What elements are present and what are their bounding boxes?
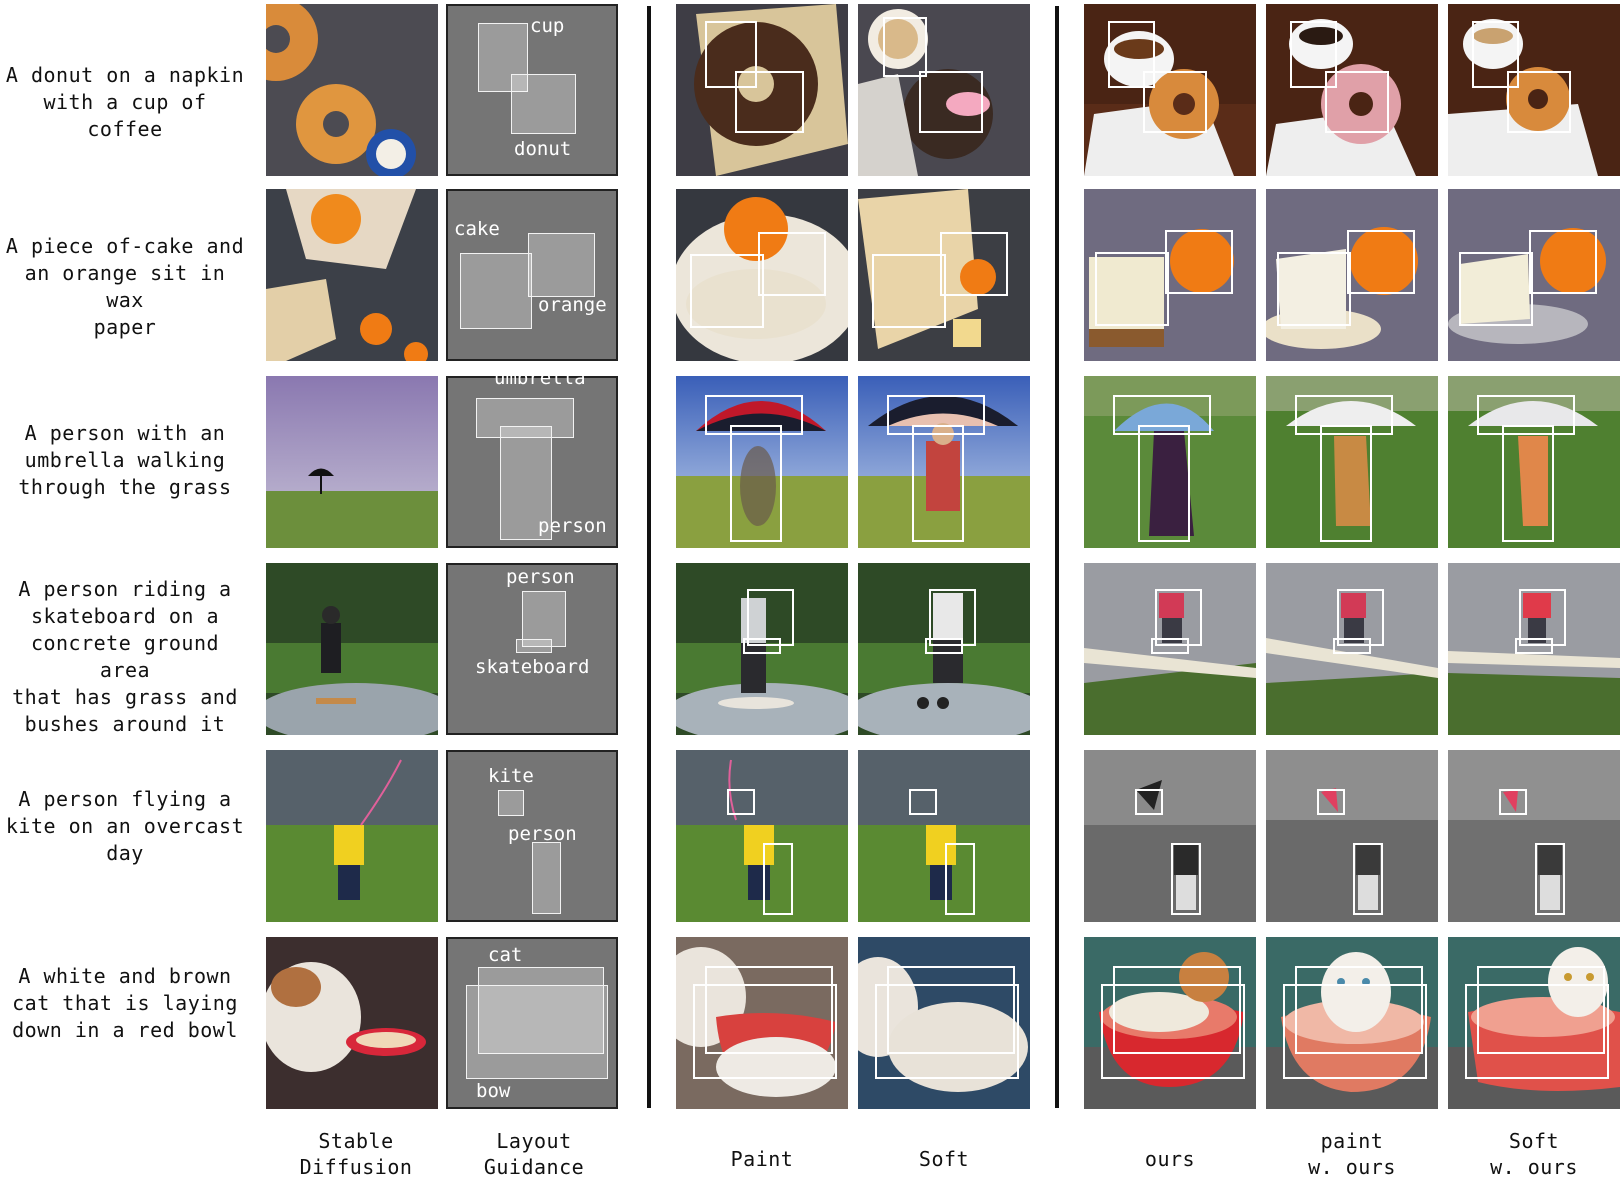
layout-guidance-cake: cake orange (446, 189, 618, 361)
paint-w-ours-image-umbrella (1266, 376, 1438, 548)
prompt-row-5: A person flying a kite on an overcast da… (5, 787, 245, 865)
column-label-ours: ours (1144, 1147, 1196, 1171)
column-label-layout-guidance: Layout Guidance (483, 1129, 585, 1179)
paint-w-ours-image-kite (1266, 750, 1438, 922)
sd-image-cat (266, 937, 438, 1109)
paint-image-donut (676, 4, 848, 176)
prompt-row-2: A piece of-cake and an orange sit in wax… (5, 234, 245, 339)
column-label-paint-w-ours: paint w. ours (1308, 1129, 1396, 1179)
prompt-row-6: A white and brown cat that is laying dow… (12, 964, 238, 1042)
column-label-paint: Paint (730, 1147, 794, 1171)
layout-label: skateboard (475, 656, 590, 678)
layout-guidance-cat: cat bow (446, 937, 618, 1109)
sd-image-skateboard (266, 563, 438, 735)
ours-image-donut (1084, 4, 1256, 176)
soft-image-donut (858, 4, 1030, 176)
layout-label: person (506, 566, 575, 588)
paint-image-cat (676, 937, 848, 1109)
paint-w-ours-image-donut (1266, 4, 1438, 176)
soft-w-ours-image-cat (1448, 937, 1620, 1109)
sd-image-cake (266, 189, 438, 361)
sd-image-umbrella (266, 376, 438, 548)
layout-label: person (508, 823, 577, 845)
layout-guidance-donut: cup donut (446, 4, 618, 176)
layout-label: umbrella (494, 367, 586, 389)
soft-image-umbrella (858, 376, 1030, 548)
paint-w-ours-image-skateboard (1266, 563, 1438, 735)
ours-image-umbrella (1084, 376, 1256, 548)
layout-label: person (538, 515, 607, 537)
layout-label: cup (530, 15, 565, 37)
paint-w-ours-image-cat (1266, 937, 1438, 1109)
soft-w-ours-image-kite (1448, 750, 1620, 922)
soft-w-ours-image-donut (1448, 4, 1620, 176)
layout-label: orange (538, 294, 607, 316)
soft-w-ours-image-cake (1448, 189, 1620, 361)
layout-label: cake (454, 218, 500, 240)
soft-image-cake (858, 189, 1030, 361)
paint-image-umbrella (676, 376, 848, 548)
prompt-row-4: A person riding a skateboard on a concre… (12, 577, 238, 736)
layout-guidance-kite: kite person (446, 750, 618, 922)
paint-w-ours-image-cake (1266, 189, 1438, 361)
sd-image-kite (266, 750, 438, 922)
column-label-stable-diffusion: Stable Diffusion (299, 1129, 413, 1179)
ours-image-kite (1084, 750, 1256, 922)
paint-image-cake (676, 189, 848, 361)
prompt-row-1: A donut on a napkin with a cup of coffee (5, 63, 245, 141)
layout-label: cat (488, 944, 523, 966)
sd-image-donut (266, 4, 438, 176)
prompt-row-3: A person with an umbrella walking throug… (18, 421, 232, 499)
divider-right (1055, 6, 1059, 1108)
soft-image-kite (858, 750, 1030, 922)
layout-label: donut (514, 138, 572, 160)
column-label-soft: Soft (918, 1147, 970, 1171)
ours-image-cake (1084, 189, 1256, 361)
divider-left (647, 6, 651, 1108)
soft-w-ours-image-umbrella (1448, 376, 1620, 548)
layout-guidance-skateboard: person skateboard (446, 563, 618, 735)
ours-image-cat (1084, 937, 1256, 1109)
layout-label: bow (476, 1080, 511, 1102)
paint-image-skateboard (676, 563, 848, 735)
column-label-soft-w-ours: Soft w. ours (1490, 1129, 1578, 1179)
layout-label: kite (488, 765, 534, 787)
soft-image-skateboard (858, 563, 1030, 735)
ours-image-skateboard (1084, 563, 1256, 735)
layout-guidance-umbrella: umbrella person (446, 368, 618, 548)
soft-image-cat (858, 937, 1030, 1109)
soft-w-ours-image-skateboard (1448, 563, 1620, 735)
paint-image-kite (676, 750, 848, 922)
